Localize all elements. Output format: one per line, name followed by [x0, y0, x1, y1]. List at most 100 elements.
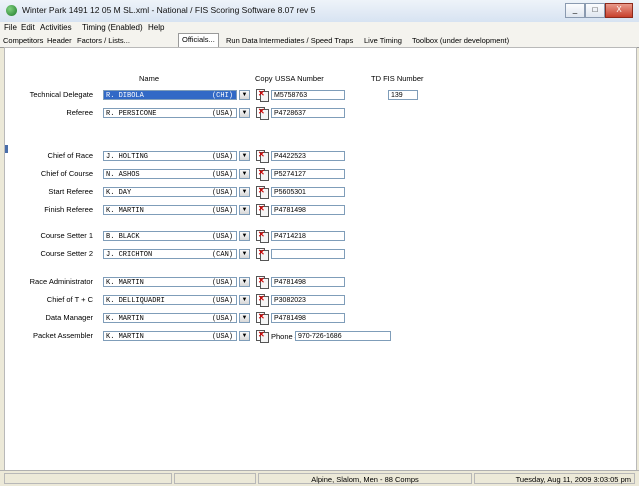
official-name: K. DELLIQUADRI [106, 297, 165, 305]
copy-icon[interactable]: ✕ [255, 248, 269, 261]
maximize-button[interactable]: □ [585, 3, 605, 18]
ussa-number-field[interactable]: M5758763 [271, 90, 345, 100]
role-label: Course Setter 2 [40, 249, 93, 258]
copy-icon[interactable]: ✕ [255, 204, 269, 217]
role-label: Finish Referee [44, 205, 93, 214]
window-controls: _ □ X [565, 3, 633, 18]
phone-field[interactable]: 970-726-1686 [295, 331, 391, 341]
tab-live-timing[interactable]: Live Timing [364, 35, 402, 46]
official-name-field[interactable]: K. DELLIQUADRI (USA) [103, 295, 237, 305]
official-nation: (USA) [211, 153, 233, 161]
official-nation: (USA) [211, 333, 233, 341]
copy-icon[interactable]: ✕ [255, 186, 269, 199]
role-label: Chief of Race [47, 151, 93, 160]
official-nation: (USA) [211, 279, 233, 287]
tab-competitors[interactable]: Competitors [3, 35, 43, 46]
official-name-field[interactable]: J. CRICHTON (CAN) [103, 249, 237, 259]
chevron-down-icon[interactable]: ▼ [239, 187, 250, 197]
official-name-field[interactable]: R. PERSICONE (USA) [103, 108, 237, 118]
name-header: Name [139, 74, 160, 83]
official-name-field[interactable]: K. MARTIN (USA) [103, 331, 237, 341]
copy-icon[interactable]: ✕ [255, 330, 269, 343]
copy-icon[interactable]: ✕ [255, 230, 269, 243]
role-label: Course Setter 1 [40, 231, 93, 240]
chevron-down-icon[interactable]: ▼ [239, 313, 250, 323]
copy-icon[interactable]: ✕ [255, 89, 269, 102]
official-nation: (USA) [211, 233, 233, 241]
role-label: Data Manager [45, 313, 93, 322]
copy-icon[interactable]: ✕ [255, 276, 269, 289]
menu-file[interactable]: File [4, 23, 17, 32]
chevron-down-icon[interactable]: ▼ [239, 169, 250, 179]
ussa-header: USSA Number [275, 74, 324, 83]
ussa-number-field[interactable]: P4422523 [271, 151, 345, 161]
menu-edit[interactable]: Edit [21, 23, 35, 32]
tab-header[interactable]: Header [47, 35, 72, 46]
title-bar: Winter Park 1491 12 05 M SL.xml - Nation… [0, 0, 639, 23]
official-name-field[interactable]: K. MARTIN (USA) [103, 313, 237, 323]
official-name-field[interactable]: B. BLACK (USA) [103, 231, 237, 241]
tab-toolbox[interactable]: Toolbox (under development) [412, 35, 509, 46]
official-name-field[interactable]: K. MARTIN (USA) [103, 277, 237, 287]
role-label: Chief of T + C [46, 295, 93, 304]
chevron-down-icon[interactable]: ▼ [239, 331, 250, 341]
tab-factors-lists[interactable]: Factors / Lists... [77, 35, 130, 46]
copy-icon[interactable]: ✕ [255, 150, 269, 163]
chevron-down-icon[interactable]: ▼ [239, 277, 250, 287]
chevron-down-icon[interactable]: ▼ [239, 108, 250, 118]
tab-intermediates[interactable]: Intermediates / Speed Traps [259, 35, 353, 46]
minimize-button[interactable]: _ [565, 3, 585, 18]
role-label: Referee [66, 108, 93, 117]
official-name-field[interactable]: J. HOLTING (USA) [103, 151, 237, 161]
official-nation: (USA) [211, 207, 233, 215]
status-bar: Alpine, Slalom, Men - 88 Comps Tuesday, … [0, 470, 639, 486]
chevron-down-icon[interactable]: ▼ [239, 205, 250, 215]
chevron-down-icon[interactable]: ▼ [239, 249, 250, 259]
ussa-number-field[interactable]: P4728637 [271, 108, 345, 118]
chevron-down-icon[interactable]: ▼ [239, 151, 250, 161]
official-name-field[interactable]: R. DIBOLA (CHI) [103, 90, 237, 100]
copy-header: Copy [255, 74, 273, 83]
copy-icon[interactable]: ✕ [255, 294, 269, 307]
menu-activities[interactable]: Activities [40, 23, 72, 32]
official-nation: (USA) [211, 171, 233, 179]
td-fis-number-field[interactable]: 139 [388, 90, 418, 100]
ussa-number-field[interactable]: P3082023 [271, 295, 345, 305]
menu-help[interactable]: Help [148, 23, 164, 32]
official-name-field[interactable]: K. MARTIN (USA) [103, 205, 237, 215]
official-name: R. DIBOLA [106, 92, 144, 100]
ussa-number-field[interactable]: P4781498 [271, 313, 345, 323]
ussa-number-field[interactable] [271, 249, 345, 259]
tab-run-data[interactable]: Run Data [226, 35, 258, 46]
official-nation: (USA) [211, 315, 233, 323]
copy-icon[interactable]: ✕ [255, 107, 269, 120]
official-nation: (USA) [211, 189, 233, 197]
role-label: Technical Delegate [29, 90, 93, 99]
official-name: K. MARTIN [106, 333, 144, 341]
official-name: J. CRICHTON [106, 251, 153, 259]
close-button[interactable]: X [605, 3, 633, 18]
official-name-field[interactable]: K. DAY (USA) [103, 187, 237, 197]
menu-timing[interactable]: Timing (Enabled) [82, 23, 143, 32]
role-label: Start Referee [48, 187, 93, 196]
official-nation: (CHI) [211, 92, 233, 100]
chevron-down-icon[interactable]: ▼ [239, 90, 250, 100]
status-panel-empty-1 [4, 473, 172, 484]
official-nation: (USA) [211, 297, 233, 305]
role-label: Packet Assembler [32, 331, 93, 340]
tab-officials[interactable]: Officials... [178, 33, 219, 47]
official-name-field[interactable]: N. ASHOS (USA) [103, 169, 237, 179]
app-icon [6, 5, 17, 16]
copy-icon[interactable]: ✕ [255, 312, 269, 325]
copy-icon[interactable]: ✕ [255, 168, 269, 181]
window-title: Winter Park 1491 12 05 M SL.xml - Nation… [22, 5, 316, 15]
chevron-down-icon[interactable]: ▼ [239, 231, 250, 241]
ussa-number-field[interactable]: P4781498 [271, 277, 345, 287]
ussa-number-field[interactable]: P5274127 [271, 169, 345, 179]
official-name: K. MARTIN [106, 279, 144, 287]
ussa-number-field[interactable]: P5605301 [271, 187, 345, 197]
role-label: Race Administrator [29, 277, 93, 286]
chevron-down-icon[interactable]: ▼ [239, 295, 250, 305]
ussa-number-field[interactable]: P4714218 [271, 231, 345, 241]
ussa-number-field[interactable]: P4781498 [271, 205, 345, 215]
